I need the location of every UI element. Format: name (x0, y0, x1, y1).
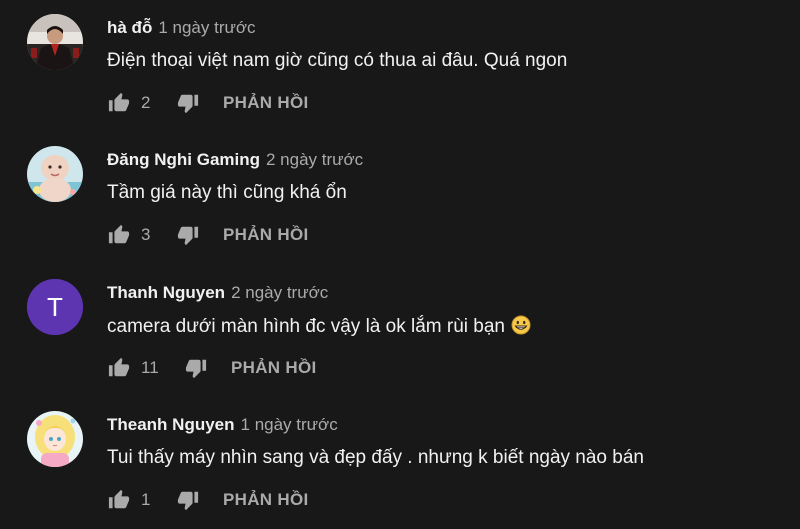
thumbs-down-icon (177, 491, 199, 511)
like-button[interactable] (106, 355, 132, 381)
comment-text-content: camera dưới màn hình đc vậy là ok lắm rù… (107, 316, 505, 337)
thumbs-down-icon (177, 226, 199, 246)
comment-item: T Thanh Nguyen 2 ngày trước camera dưới m… (0, 265, 800, 397)
dislike-button[interactable] (183, 355, 209, 381)
anime-character-avatar-icon (27, 411, 83, 467)
baby-photo-avatar-icon (27, 146, 83, 202)
thumbs-up-icon (108, 489, 130, 509)
comment-actions: 2 PHẢN HỒI (106, 90, 309, 116)
comment-header: Theanh Nguyen 1 ngày trước (107, 415, 338, 435)
timestamp[interactable]: 1 ngày trước (241, 415, 338, 434)
author-name[interactable]: Thanh Nguyen (107, 283, 225, 302)
comment-header: Thanh Nguyen 2 ngày trước (107, 283, 328, 303)
author-name[interactable]: hà đỗ (107, 18, 152, 37)
comment-text: Tui thấy máy nhìn sang và đẹp đấy . nhưn… (107, 447, 644, 468)
comment-header: Đăng Nghi Gaming 2 ngày trước (107, 150, 363, 170)
avatar[interactable] (27, 411, 83, 467)
timestamp[interactable]: 2 ngày trước (266, 150, 363, 169)
comment-actions: 11 PHẢN HỒI (106, 355, 317, 381)
dislike-button[interactable] (175, 90, 201, 116)
like-button[interactable] (106, 90, 132, 116)
like-button[interactable] (106, 222, 132, 248)
dislike-button[interactable] (175, 487, 201, 513)
thumbs-down-icon (177, 94, 199, 114)
comment-text: Điện thoại việt nam giờ cũng có thua ai … (107, 50, 568, 71)
comment-item: Theanh Nguyen 1 ngày trước Tui thấy máy n… (0, 397, 800, 529)
author-name[interactable]: Theanh Nguyen (107, 415, 235, 434)
like-count: 11 (141, 358, 159, 377)
author-name[interactable]: Đăng Nghi Gaming (107, 150, 260, 169)
thumbs-up-icon (108, 224, 130, 244)
comment-header: hà đỗ 1 ngày trước (107, 18, 256, 38)
reply-button[interactable]: PHẢN HỒI (231, 358, 317, 378)
comment-text: camera dưới màn hình đc vậy là ok lắm rù… (107, 315, 531, 341)
reply-button[interactable]: PHẢN HỒI (223, 225, 309, 245)
timestamp[interactable]: 2 ngày trước (231, 283, 328, 302)
avatar[interactable] (27, 14, 83, 70)
thumbs-down-icon (185, 359, 207, 379)
comment-item: Đăng Nghi Gaming 2 ngày trước Tầm giá này… (0, 132, 800, 264)
dislike-button[interactable] (175, 222, 201, 248)
thumbs-up-icon (108, 92, 130, 112)
person-photo-avatar-icon (27, 14, 83, 70)
letter-avatar-icon: T (27, 279, 83, 335)
thumbs-up-icon (108, 357, 130, 377)
timestamp[interactable]: 1 ngày trước (158, 18, 255, 37)
like-count: 2 (141, 93, 151, 112)
like-button[interactable] (106, 487, 132, 513)
grinning-face-emoji-icon (511, 315, 531, 341)
comment-text: Tầm giá này thì cũng khá ổn (107, 182, 347, 203)
avatar[interactable] (27, 146, 83, 202)
comment-item: hà đỗ 1 ngày trước Điện thoại việt nam gi… (0, 0, 800, 132)
reply-button[interactable]: PHẢN HỒI (223, 490, 309, 510)
like-count: 3 (141, 225, 151, 244)
reply-button[interactable]: PHẢN HỒI (223, 93, 309, 113)
like-count: 1 (141, 490, 151, 509)
comment-actions: 1 PHẢN HỒI (106, 487, 309, 513)
comment-actions: 3 PHẢN HỒI (106, 222, 309, 248)
avatar[interactable]: T (27, 279, 83, 335)
avatar-letter: T (47, 292, 63, 322)
